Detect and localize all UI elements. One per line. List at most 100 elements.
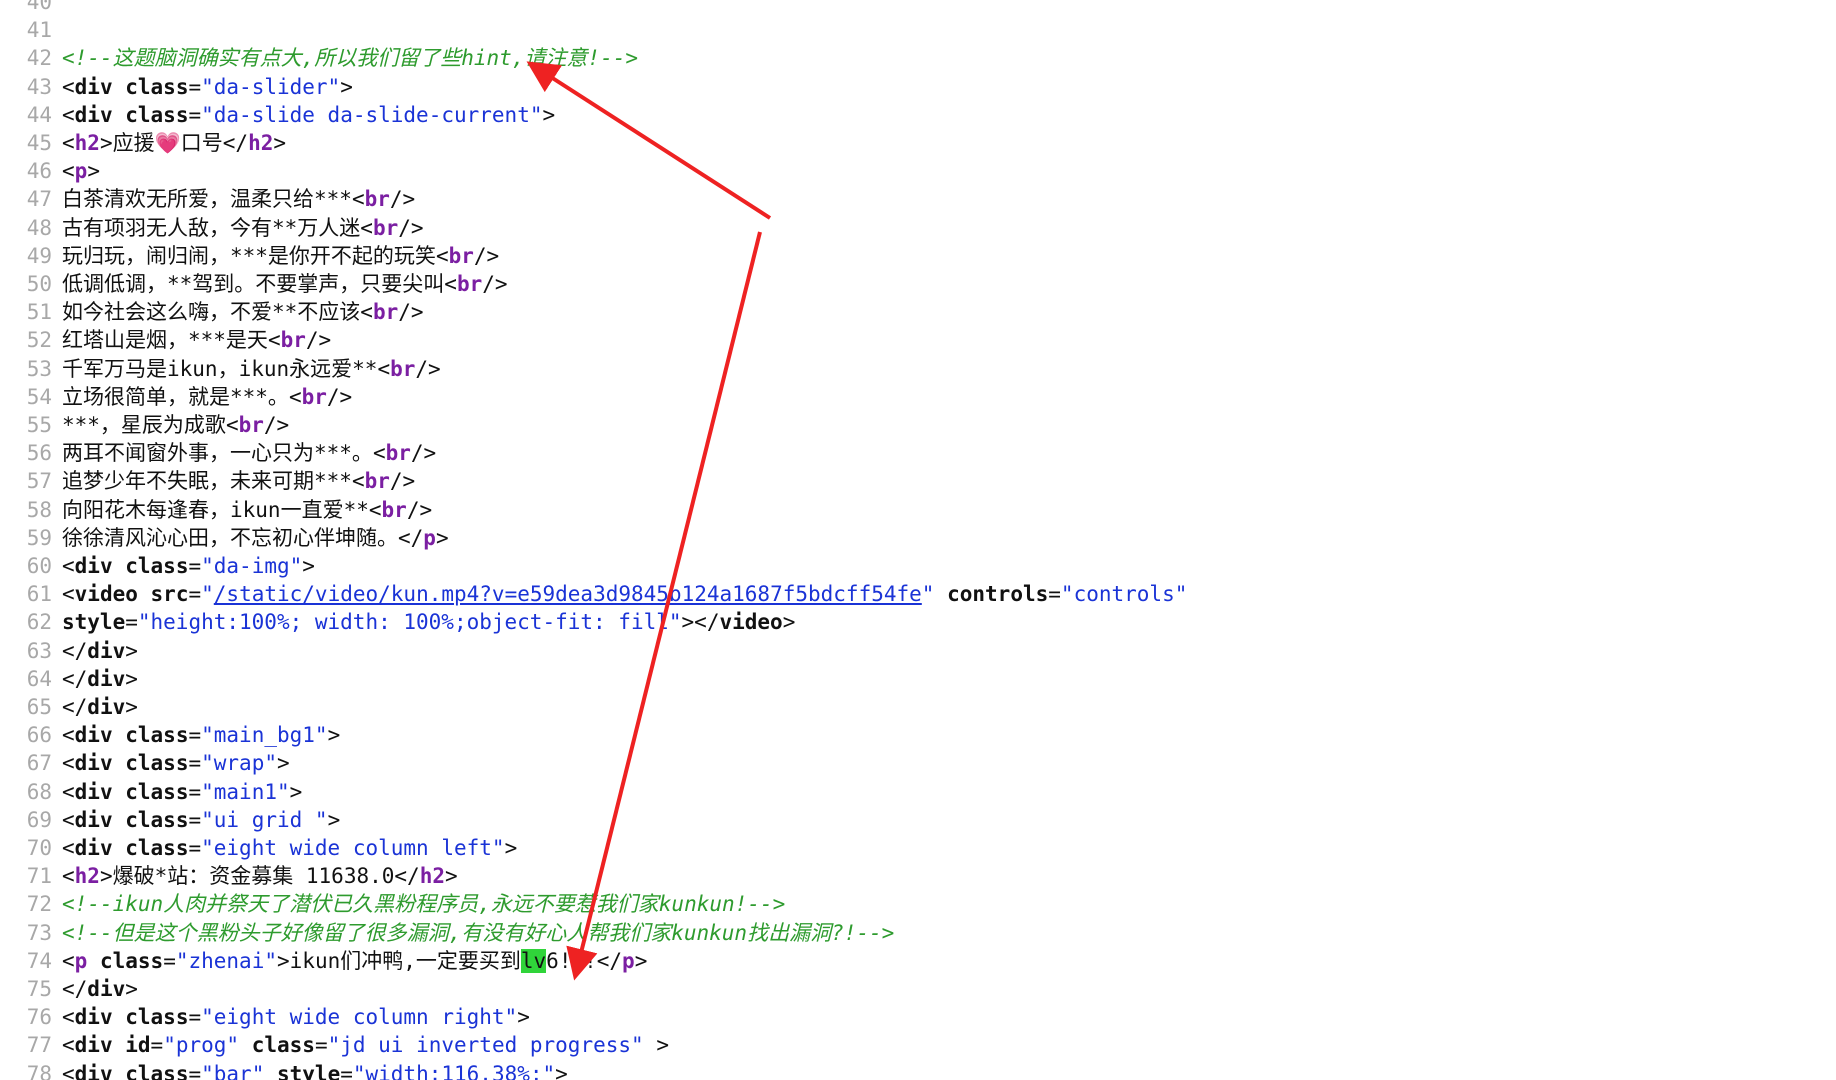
- code-punctuation: <: [435, 243, 449, 268]
- code-attribute-value: "da-slide da-slide-current": [201, 102, 543, 127]
- code-tag: br: [372, 215, 399, 240]
- code-content: <h2>爆破*站：资金募集 11638.0</h2>: [62, 864, 458, 888]
- code-attribute-value: "controls": [1060, 582, 1188, 607]
- line-number: 47: [26, 187, 52, 212]
- code-tag: div: [74, 723, 113, 748]
- code-attribute: class: [99, 948, 164, 973]
- code-content: <div class="eight wide column right">: [62, 1005, 530, 1029]
- code-content: <p class="zhenai">ikun们冲鸭,一定要买到lv6!!!</p…: [62, 948, 647, 973]
- code-text: 应援💗口号: [112, 131, 223, 155]
- code-content: <div class="ui grid ">: [62, 808, 340, 832]
- code-punctuation: </: [62, 638, 88, 663]
- line-number: 62: [26, 610, 52, 635]
- code-tag: div: [74, 554, 113, 578]
- line-number: 78: [26, 1061, 52, 1080]
- code-punctuation: >: [125, 977, 138, 1001]
- code-line: 77 <div id="prog" class="jd ui inverted p…: [0, 1031, 669, 1059]
- code-text: 玩归玩，闹归闹，***是你开不起的玩笑: [62, 243, 436, 268]
- code-text: 千军万马是ikun，ikun永远爱**: [62, 356, 378, 381]
- line-number: 65: [26, 695, 52, 719]
- code-punctuation: >: [99, 864, 113, 889]
- code-text: 低调低调，**驾到。不要掌声，只要尖叫: [62, 272, 445, 296]
- line-number: 73: [26, 920, 52, 945]
- code-content: 白茶清欢无所爱，温柔只给***<br/>: [62, 187, 415, 211]
- code-punctuation: >: [555, 1061, 568, 1080]
- code-punctuation: =: [188, 1005, 202, 1030]
- code-punctuation: <: [62, 159, 75, 184]
- code-punctuation: >: [327, 723, 341, 748]
- code-punctuation: [113, 554, 126, 578]
- code-link[interactable]: /static/video/kun.mp4?v=e59dea3d9845b124…: [214, 582, 922, 606]
- code-line: 46 <p>: [0, 157, 100, 185]
- code-line: 49 玩归玩，闹归闹，***是你开不起的玩笑<br/>: [0, 242, 499, 270]
- code-attribute: src: [150, 582, 189, 607]
- code-punctuation: >: [277, 948, 290, 973]
- code-content: 徐徐清风沁心田，不忘初心伴坤随。</p>: [62, 526, 449, 550]
- code-attribute-value: "wrap": [201, 751, 277, 776]
- code-punctuation: <: [62, 1033, 75, 1058]
- code-tag: br: [381, 497, 407, 522]
- code-tag: div: [74, 779, 113, 804]
- code-text: ikun们冲鸭,一定要买到: [289, 948, 521, 973]
- code-punctuation: <: [62, 554, 75, 578]
- code-attribute: style: [277, 1061, 341, 1080]
- line-number: 46: [26, 159, 52, 184]
- code-punctuation: [264, 1062, 277, 1080]
- code-punctuation: >: [289, 779, 303, 804]
- code-punctuation: />: [326, 384, 353, 409]
- line-number: 43: [26, 74, 52, 99]
- line-number: 58: [26, 497, 52, 522]
- code-punctuation: >: [445, 864, 458, 889]
- code-punctuation: >: [504, 836, 518, 860]
- code-punctuation: [113, 1033, 126, 1057]
- code-tag: p: [423, 525, 436, 550]
- code-punctuation: </: [62, 695, 88, 719]
- code-punctuation: </: [62, 977, 88, 1001]
- code-line: 76 <div class="eight wide column right">: [0, 1003, 530, 1031]
- code-comment: <!--ikun人肉并祭天了潜伏已久黑粉程序员,永远不要惹我们家kunkun!-…: [62, 892, 786, 917]
- code-punctuation: <: [444, 272, 457, 296]
- code-line: 41: [0, 16, 62, 44]
- code-punctuation: >: [273, 131, 287, 155]
- source-code-viewer[interactable]: 40 41 42 <!--这题脑洞确实有点大,所以我们留了些hint,请注意!--> 4…: [0, 0, 1836, 1080]
- code-line: 75 </div>: [0, 975, 138, 1003]
- code-punctuation: />: [305, 328, 332, 353]
- code-punctuation: />: [389, 187, 416, 212]
- code-attribute-value: ": [921, 582, 935, 607]
- code-line: 50 低调低调，**驾到。不要掌声，只要尖叫<br/>: [0, 270, 508, 298]
- code-punctuation: <: [377, 356, 391, 381]
- code-attribute: class: [125, 836, 189, 860]
- code-tag: h2: [248, 131, 274, 155]
- code-tag: br: [456, 272, 483, 296]
- code-text: 徐徐清风沁心田，不忘初心伴坤随。: [62, 525, 398, 550]
- line-number: 64: [26, 666, 52, 691]
- code-punctuation: [113, 1062, 126, 1080]
- code-punctuation: =: [188, 582, 202, 607]
- code-punctuation: <: [288, 384, 302, 409]
- line-number: 60: [26, 554, 52, 578]
- code-punctuation: />: [482, 272, 508, 296]
- code-content: <div id="prog" class="jd ui inverted pro…: [62, 1033, 669, 1057]
- code-attribute-value: "ui grid ": [201, 807, 328, 832]
- code-attribute: class: [125, 807, 189, 832]
- code-punctuation: </: [62, 666, 88, 691]
- code-text: 立场很简单，就是***。: [62, 384, 289, 409]
- code-punctuation: >: [435, 525, 449, 550]
- code-comment: <!--这题脑洞确实有点大,所以我们留了些hint,请注意!-->: [62, 46, 639, 71]
- code-punctuation: >: [125, 695, 138, 719]
- code-attribute: class: [125, 779, 189, 804]
- code-line: 68 <div class="main1">: [0, 778, 303, 806]
- code-tag: br: [280, 328, 306, 353]
- code-punctuation: [113, 75, 126, 99]
- code-text: ***，星辰为成歌: [62, 413, 226, 437]
- code-punctuation: [138, 582, 151, 606]
- code-content: 立场很简单，就是***。<br/>: [62, 385, 352, 409]
- code-punctuation: />: [398, 215, 424, 240]
- code-line: 43 <div class="da-slider">: [0, 73, 353, 101]
- line-number: 49: [26, 243, 52, 268]
- code-punctuation: <: [62, 779, 75, 804]
- code-attribute-value: "height:100%; width: 100%;object-fit: fi…: [137, 610, 682, 635]
- code-attribute-value: "bar": [201, 1061, 265, 1080]
- code-punctuation: =: [188, 102, 202, 127]
- line-number: 57: [26, 469, 52, 494]
